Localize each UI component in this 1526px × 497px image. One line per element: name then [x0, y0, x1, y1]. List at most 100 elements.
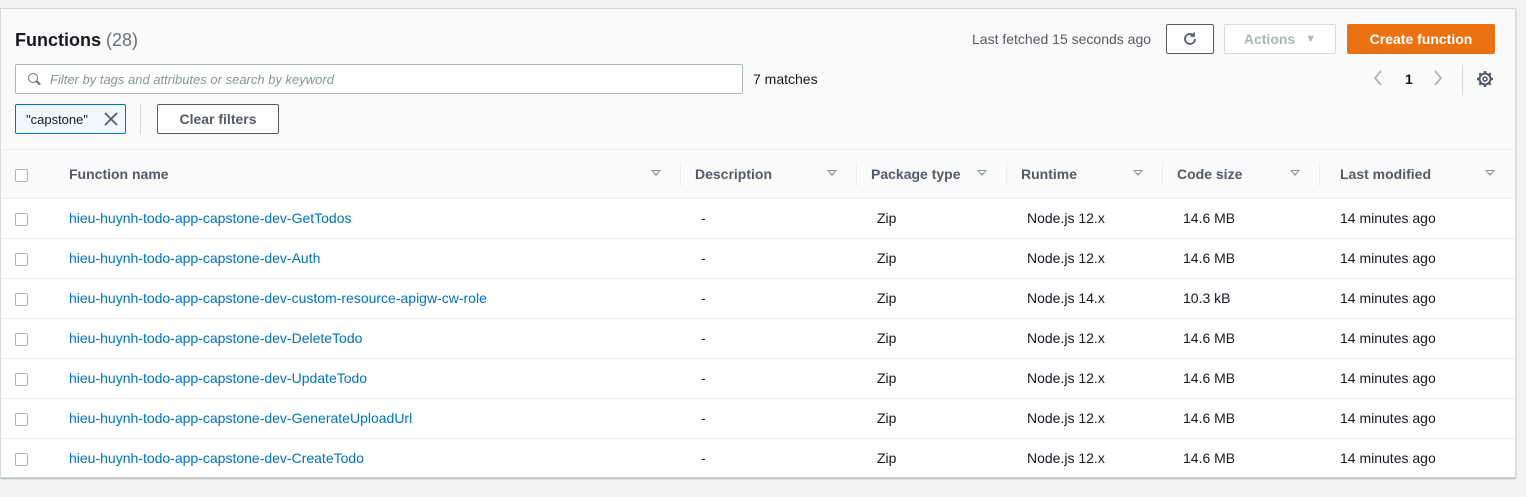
- code-size-cell: 14.6 MB: [1163, 198, 1320, 239]
- description-cell: -: [681, 318, 857, 359]
- gear-icon[interactable]: [1476, 70, 1494, 88]
- function-name-cell: hieu-huynh-todo-app-capstone-dev-Auth: [55, 238, 681, 279]
- refresh-button[interactable]: [1166, 24, 1214, 54]
- code-size-cell: 10.3 kB: [1163, 278, 1320, 319]
- function-name-link[interactable]: hieu-huynh-todo-app-capstone-dev-GetTodo…: [69, 210, 352, 226]
- package-type-cell: Zip: [857, 358, 1007, 399]
- runtime-cell: Node.js 12.x: [1007, 318, 1163, 359]
- functions-table: Function name Description Package type R…: [1, 150, 1515, 478]
- functions-panel: Functions (28) Last fetched 15 seconds a…: [0, 8, 1516, 478]
- package-type-cell: Zip: [857, 398, 1007, 439]
- code-size-cell: 14.6 MB: [1163, 318, 1320, 359]
- table-row: hieu-huynh-todo-app-capstone-dev-custom-…: [1, 278, 1515, 319]
- search-bar[interactable]: [15, 64, 743, 94]
- row-checkbox[interactable]: [15, 372, 28, 386]
- row-checkbox[interactable]: [15, 292, 28, 306]
- next-page-icon[interactable]: [1433, 69, 1443, 92]
- column-header-description[interactable]: Description: [681, 150, 857, 199]
- code-size-cell: 14.6 MB: [1163, 398, 1320, 439]
- create-function-button[interactable]: Create function: [1347, 24, 1495, 54]
- column-header-last-modified[interactable]: Last modified: [1320, 150, 1515, 199]
- row-checkbox[interactable]: [15, 212, 28, 226]
- page-title: Functions (28): [15, 30, 138, 51]
- runtime-cell: Node.js 14.x: [1007, 278, 1163, 319]
- table-row: hieu-huynh-todo-app-capstone-dev-DeleteT…: [1, 318, 1515, 359]
- function-name-cell: hieu-huynh-todo-app-capstone-dev-custom-…: [55, 278, 681, 319]
- last-modified-cell: 14 minutes ago: [1320, 198, 1515, 239]
- package-type-cell: Zip: [857, 238, 1007, 279]
- matches-count: 7 matches: [753, 71, 818, 87]
- column-header-runtime[interactable]: Runtime: [1007, 150, 1163, 199]
- row-checkbox[interactable]: [15, 332, 28, 346]
- last-modified-cell: 14 minutes ago: [1340, 450, 1436, 467]
- function-name-link[interactable]: hieu-huynh-todo-app-capstone-dev-CreateT…: [69, 450, 364, 466]
- row-checkbox[interactable]: [15, 453, 28, 467]
- column-header-code-size[interactable]: Code size: [1163, 150, 1320, 199]
- row-select-cell: [1, 318, 55, 359]
- select-all-checkbox[interactable]: [15, 168, 28, 182]
- code-size-cell: 14.6 MB: [1163, 358, 1320, 399]
- function-name-link[interactable]: hieu-huynh-todo-app-capstone-dev-Auth: [69, 250, 320, 266]
- runtime-cell: Node.js 12.x: [1007, 398, 1163, 439]
- close-icon[interactable]: [103, 111, 119, 127]
- description-cell: -: [681, 398, 857, 439]
- panel-header: Functions (28) Last fetched 15 seconds a…: [1, 9, 1515, 150]
- function-name-link[interactable]: hieu-huynh-todo-app-capstone-dev-DeleteT…: [69, 330, 362, 346]
- clear-filters-button[interactable]: Clear filters: [157, 104, 279, 134]
- function-name-cell: hieu-huynh-todo-app-capstone-dev-Generat…: [55, 398, 681, 439]
- previous-page-icon[interactable]: [1373, 69, 1383, 92]
- filter-token-label: "capstone": [26, 111, 88, 127]
- last-modified-cell: 14 minutes ago: [1320, 238, 1515, 279]
- last-modified-cell: 14 minutes ago: [1320, 318, 1515, 359]
- sort-icon: [1485, 170, 1495, 176]
- row-select-cell: [1, 358, 55, 399]
- description-cell: -: [701, 450, 706, 467]
- function-name-link[interactable]: hieu-huynh-todo-app-capstone-dev-custom-…: [69, 290, 487, 306]
- function-name-cell: hieu-huynh-todo-app-capstone-dev-DeleteT…: [55, 318, 681, 359]
- search-input[interactable]: [50, 71, 742, 87]
- actions-label: Actions: [1243, 31, 1296, 47]
- sort-icon: [977, 170, 987, 176]
- description-cell: -: [681, 238, 857, 279]
- code-size-cell: 14.6 MB: [1163, 238, 1320, 279]
- table-header-row: Function name Description Package type R…: [1, 150, 1515, 199]
- title-text: Functions: [15, 30, 101, 50]
- sort-icon: [651, 170, 661, 176]
- table-row: hieu-huynh-todo-app-capstone-dev-CreateT…: [1, 438, 1515, 478]
- package-type-cell: Zip: [857, 278, 1007, 319]
- row-select-cell: [1, 238, 55, 279]
- last-modified-cell: 14 minutes ago: [1320, 398, 1515, 439]
- refresh-icon: [1184, 32, 1196, 45]
- row-select-cell: [1, 438, 55, 478]
- table-row: hieu-huynh-todo-app-capstone-dev-GetTodo…: [1, 198, 1515, 239]
- search-icon: [28, 73, 41, 86]
- function-name-link[interactable]: hieu-huynh-todo-app-capstone-dev-UpdateT…: [69, 370, 367, 386]
- table-row: hieu-huynh-todo-app-capstone-dev-Generat…: [1, 398, 1515, 439]
- actions-dropdown[interactable]: Actions ▼: [1224, 24, 1336, 54]
- runtime-cell: Node.js 12.x: [1007, 238, 1163, 279]
- code-size-cell: 14.6 MB: [1183, 450, 1236, 467]
- sort-icon: [1133, 170, 1143, 176]
- caret-down-icon: ▼: [1305, 33, 1317, 45]
- package-type-cell: Zip: [857, 318, 1007, 359]
- function-name-cell: hieu-huynh-todo-app-capstone-dev-GetTodo…: [55, 198, 681, 239]
- current-page[interactable]: 1: [1405, 71, 1413, 87]
- column-header-function-name[interactable]: Function name: [55, 150, 681, 199]
- runtime-cell: Node.js 12.x: [1027, 450, 1105, 467]
- package-type-cell: Zip: [877, 450, 897, 467]
- description-cell: -: [681, 198, 857, 239]
- row-select-cell: [1, 398, 55, 439]
- function-name-cell: hieu-huynh-todo-app-capstone-dev-UpdateT…: [55, 358, 681, 399]
- column-header-package-type[interactable]: Package type: [857, 150, 1007, 199]
- row-checkbox[interactable]: [15, 252, 28, 266]
- function-count: (28): [106, 30, 139, 50]
- row-checkbox[interactable]: [15, 412, 28, 426]
- description-cell: -: [681, 278, 857, 319]
- row-select-cell: [1, 278, 55, 319]
- table-row: hieu-huynh-todo-app-capstone-dev-UpdateT…: [1, 358, 1515, 399]
- runtime-cell: Node.js 12.x: [1007, 358, 1163, 399]
- function-name-link[interactable]: hieu-huynh-todo-app-capstone-dev-Generat…: [69, 410, 412, 426]
- row-select-cell: [1, 198, 55, 239]
- description-cell: -: [681, 358, 857, 399]
- pager-divider: [1462, 65, 1463, 95]
